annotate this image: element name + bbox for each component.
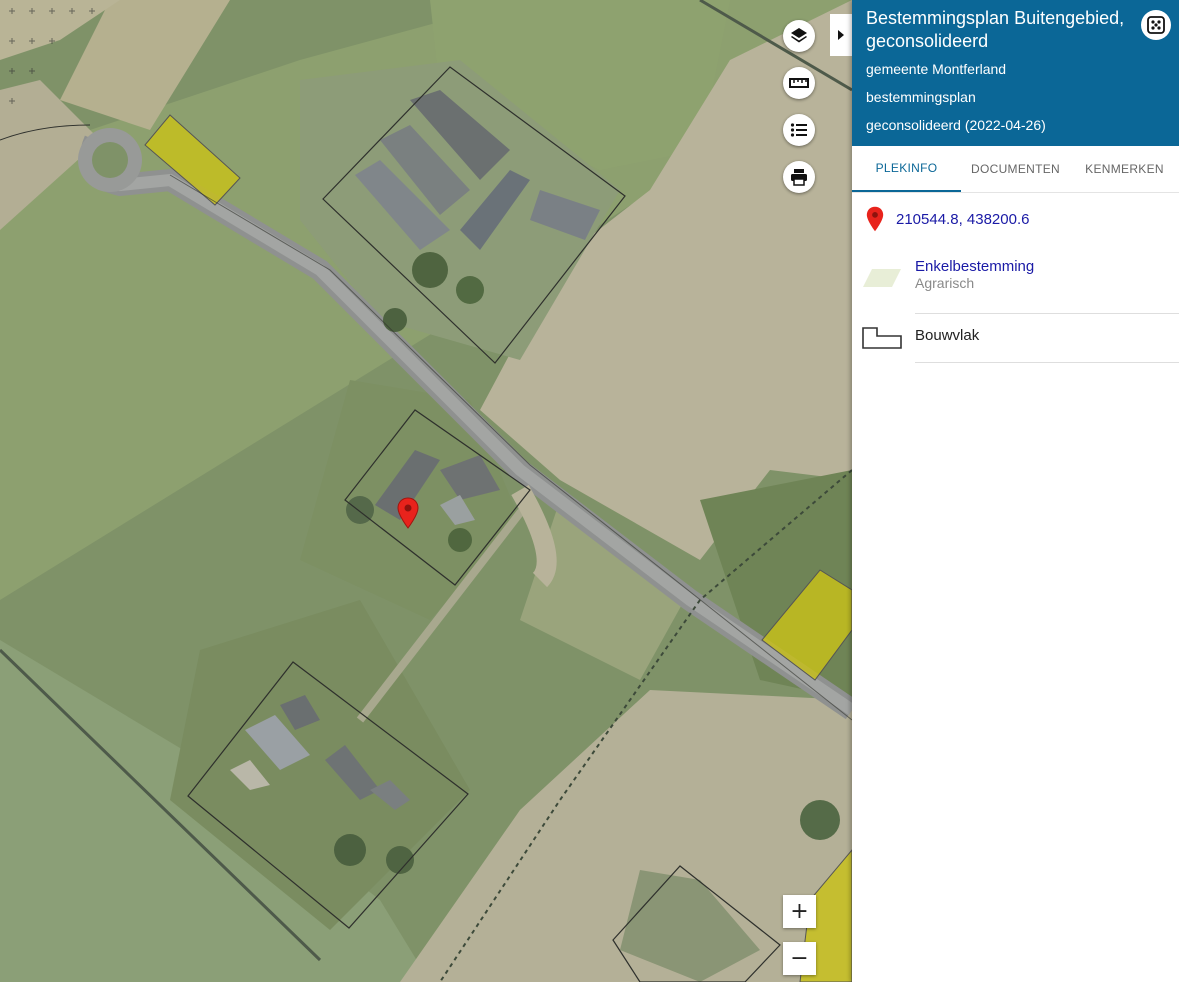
aerial-map	[0, 0, 852, 982]
tab-plekinfo[interactable]: PLEKINFO	[852, 146, 961, 192]
info-panel: Bestemmingsplan Buitengebied, geconsolid…	[852, 0, 1179, 982]
chevron-right-icon	[838, 30, 844, 40]
enkelbestemming-subtitle: Agrarisch	[915, 275, 975, 291]
map-view[interactable]: + −	[0, 0, 852, 982]
printer-icon	[791, 169, 807, 186]
plan-type: bestemmingsplan	[866, 89, 976, 105]
plan-status: geconsolideerd (2022-04-26)	[866, 117, 1046, 133]
tab-documenten[interactable]: DOCUMENTEN	[961, 146, 1070, 192]
coordinates-text[interactable]: 210544.8, 438200.6	[896, 211, 1029, 228]
zoom-in-label: +	[790, 899, 809, 924]
panel-tabs: PLEKINFO DOCUMENTEN KENMERKEN	[852, 146, 1179, 193]
zoom-out-button[interactable]: −	[783, 942, 816, 975]
panel-toggle-button[interactable]	[830, 14, 852, 56]
zoom-in-button[interactable]: +	[783, 895, 816, 928]
list-icon	[790, 123, 807, 137]
legend-item-enkelbestemming: Enkelbestemming Agrarisch	[852, 257, 1179, 314]
municipality: gemeente Montferland	[866, 61, 1007, 77]
parallelogram-green-icon	[863, 269, 901, 287]
bouwvlak-label: Bouwvlak	[915, 327, 980, 344]
enkelbestemming-link[interactable]: Enkelbestemming	[915, 258, 1179, 275]
legend-button[interactable]	[783, 114, 815, 146]
coordinates-row: 210544.8, 438200.6	[852, 193, 1179, 245]
measure-button[interactable]	[783, 67, 815, 99]
plan-title: Bestemmingsplan Buitengebied, geconsolid…	[866, 8, 1125, 51]
panel-header: Bestemmingsplan Buitengebied, geconsolid…	[852, 0, 1179, 146]
tab-kenmerken[interactable]: KENMERKEN	[1070, 146, 1179, 192]
building-outline-icon	[862, 327, 902, 349]
layers-icon	[791, 28, 807, 43]
zoom-out-label: −	[790, 946, 809, 971]
location-pin-icon	[397, 497, 419, 529]
location-pin-icon	[866, 206, 884, 232]
expand-dots-icon	[1147, 16, 1165, 34]
print-button[interactable]	[783, 161, 815, 193]
detach-panel-button[interactable]	[1141, 10, 1171, 40]
layers-button[interactable]	[783, 20, 815, 52]
ruler-icon	[789, 78, 809, 88]
legend-item-bouwvlak: Bouwvlak	[852, 314, 1179, 363]
